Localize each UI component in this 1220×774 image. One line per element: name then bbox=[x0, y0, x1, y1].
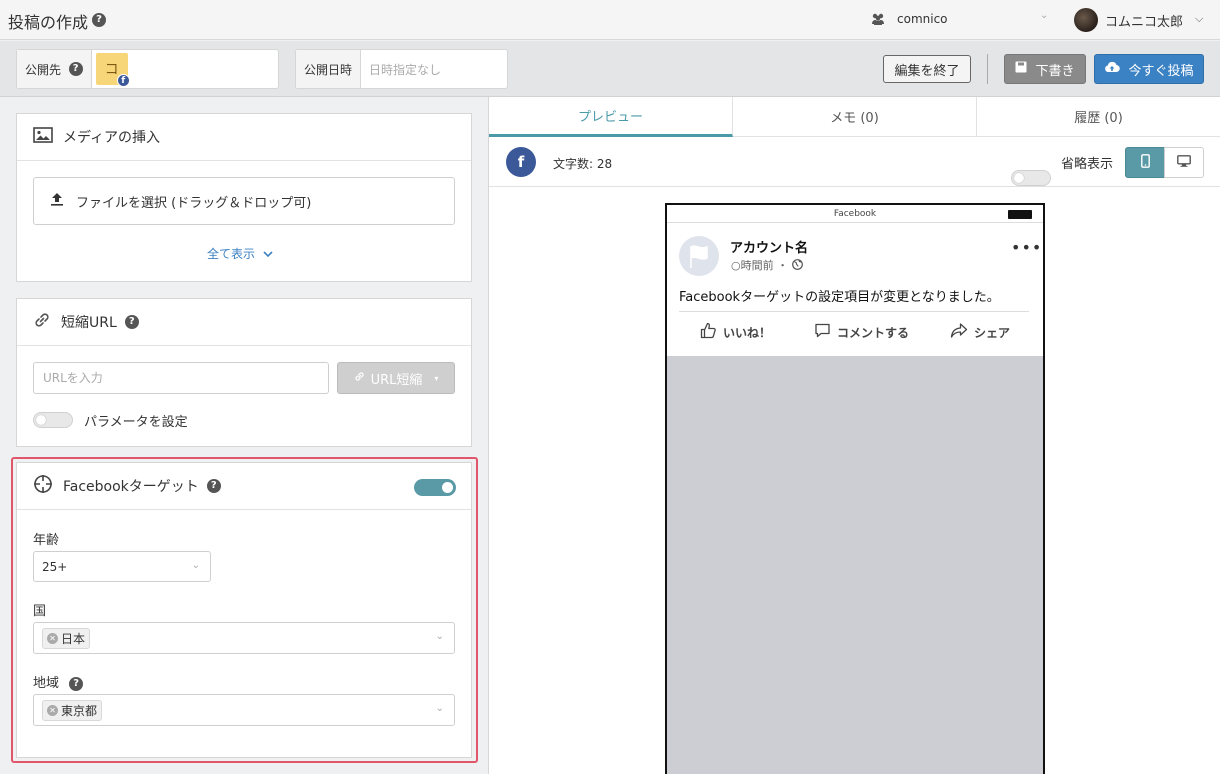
avatar[interactable] bbox=[1074, 8, 1098, 32]
remove-icon[interactable]: ✕ bbox=[47, 632, 58, 644]
datetime-label: 公開日時 bbox=[296, 50, 362, 88]
phone-status-bar: Facebook bbox=[667, 205, 1043, 223]
char-count: 文字数: 28 bbox=[553, 157, 613, 171]
caret-down-icon: ▾ bbox=[434, 373, 439, 383]
thumbs-up-icon bbox=[700, 322, 717, 342]
chevron-down-icon bbox=[263, 247, 273, 261]
remove-icon[interactable]: ✕ bbox=[47, 704, 58, 716]
account-avatar bbox=[679, 236, 719, 276]
battery-icon bbox=[1008, 210, 1032, 219]
end-edit-button[interactable]: 編集を終了 bbox=[883, 55, 971, 83]
facebook-target-title: Facebookターゲット bbox=[63, 479, 199, 495]
chevron-down-icon: ⌄ bbox=[435, 703, 444, 714]
facebook-icon: f bbox=[116, 74, 130, 87]
divider bbox=[987, 54, 988, 84]
post-text: Facebookターゲットの設定項目が変更となりました。 bbox=[679, 290, 1000, 305]
help-icon[interactable]: ? bbox=[68, 62, 83, 76]
abbreviate-label: 省略表示 bbox=[1061, 157, 1114, 172]
media-panel-header: メディアの挿入 bbox=[17, 114, 471, 161]
region-label: 地域 ? bbox=[33, 672, 84, 691]
media-panel-title: メディアの挿入 bbox=[63, 130, 161, 146]
country-label: 国 bbox=[33, 604, 47, 619]
comment-icon bbox=[814, 322, 831, 342]
cloud-upload-icon bbox=[1104, 61, 1121, 77]
age-select[interactable]: 25+ ⌄ bbox=[33, 551, 211, 582]
link-icon bbox=[33, 311, 51, 333]
chevron-down-icon: ⌄ bbox=[191, 560, 200, 571]
page-title: 投稿の作成 bbox=[8, 13, 89, 32]
post-time: ○時間前 ・ bbox=[731, 257, 803, 273]
chevron-down-icon[interactable]: ⌵ bbox=[1195, 12, 1203, 26]
help-icon[interactable]: ? bbox=[69, 676, 84, 691]
param-toggle[interactable] bbox=[33, 412, 73, 428]
short-url-title: 短縮URL bbox=[61, 315, 117, 331]
workspace-select[interactable]: comnico bbox=[897, 12, 948, 26]
desktop-view-button[interactable] bbox=[1164, 147, 1204, 178]
share-icon bbox=[950, 322, 968, 342]
help-icon[interactable]: ? bbox=[206, 479, 221, 493]
smartphone-icon bbox=[1140, 153, 1150, 172]
more-options-icon[interactable]: ••• bbox=[1011, 238, 1042, 257]
tab-memo[interactable]: メモ (0) bbox=[733, 97, 977, 137]
top-bar bbox=[0, 0, 1220, 40]
account-thumbnail[interactable]: コ f bbox=[95, 53, 130, 87]
image-icon bbox=[33, 127, 53, 147]
abbreviate-toggle[interactable] bbox=[1011, 170, 1051, 186]
param-label: パラメータを設定 bbox=[84, 415, 188, 430]
monitor-icon bbox=[1177, 154, 1191, 171]
region-tag[interactable]: ✕ 東京都 bbox=[42, 699, 103, 721]
destination-label: 公開先 ? bbox=[17, 50, 92, 88]
region-select[interactable]: ✕ 東京都 ⌄ bbox=[33, 694, 455, 726]
globe-icon bbox=[791, 259, 803, 272]
datetime-input[interactable]: 日時指定なし bbox=[361, 50, 441, 88]
chevron-down-icon: ⌄ bbox=[435, 631, 444, 642]
draft-button[interactable]: 下書き bbox=[1004, 54, 1086, 84]
destination-field[interactable]: 公開先 ? コ f bbox=[16, 49, 279, 89]
account-thumb-char: コ bbox=[104, 62, 119, 78]
url-shorten-button[interactable]: URL短縮 ▾ bbox=[337, 362, 455, 394]
facebook-target-toggle[interactable] bbox=[414, 479, 456, 496]
media-placeholder bbox=[667, 356, 1043, 774]
like-action[interactable]: いいね！ bbox=[700, 322, 771, 342]
link-icon bbox=[354, 371, 365, 386]
user-name[interactable]: コムニコ太郎 bbox=[1105, 11, 1183, 30]
country-select[interactable]: ✕ 日本 ⌄ bbox=[33, 622, 455, 654]
show-all-link[interactable]: 全て表示 bbox=[207, 245, 273, 262]
account-name: アカウント名 bbox=[730, 241, 809, 256]
tab-preview[interactable]: プレビュー bbox=[489, 97, 733, 137]
chevron-down-icon[interactable]: ⌄ bbox=[1040, 10, 1048, 21]
divider bbox=[679, 311, 1029, 312]
country-tag[interactable]: ✕ 日本 bbox=[42, 627, 91, 649]
tab-history[interactable]: 履歴 (0) bbox=[977, 97, 1220, 137]
url-input[interactable]: URLを入力 bbox=[33, 362, 329, 394]
facebook-target-header: Facebookターゲット ? bbox=[17, 463, 471, 510]
publish-datetime-field[interactable]: 公開日時 日時指定なし bbox=[295, 49, 508, 89]
upload-icon bbox=[50, 192, 64, 210]
post-now-button[interactable]: 今すぐ投稿 bbox=[1094, 54, 1204, 84]
facebook-icon: f bbox=[506, 147, 536, 177]
save-icon bbox=[1015, 61, 1027, 77]
short-url-header: 短縮URL ? bbox=[17, 299, 471, 346]
comment-action[interactable]: コメントする bbox=[814, 322, 909, 342]
age-value: 25+ bbox=[42, 559, 68, 574]
help-icon[interactable]: ? bbox=[92, 13, 106, 27]
mobile-view-button[interactable] bbox=[1125, 147, 1165, 178]
help-icon[interactable]: ? bbox=[124, 315, 139, 329]
age-label: 年齢 bbox=[33, 533, 60, 548]
crosshair-icon bbox=[33, 474, 53, 498]
share-action[interactable]: シェア bbox=[950, 322, 1010, 342]
users-icon bbox=[871, 13, 885, 29]
file-select-button[interactable]: ファイルを選択 (ドラッグ＆ドロップ可) bbox=[33, 177, 455, 225]
